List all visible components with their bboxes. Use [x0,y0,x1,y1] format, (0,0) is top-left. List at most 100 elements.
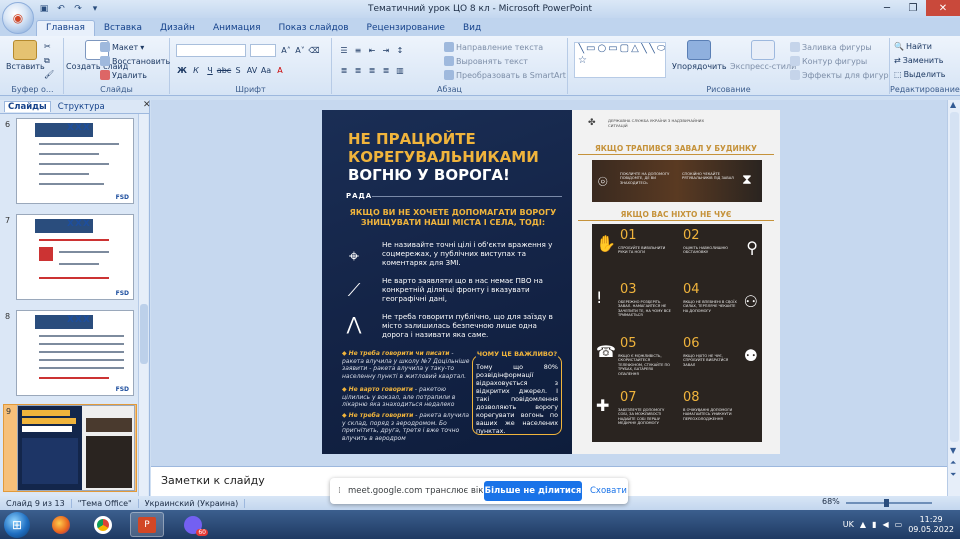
hide-banner-button[interactable]: Сховати [590,486,627,496]
step-08: 08 В ОЧІКУВАННІ ДОПОМОГИ НАМАГАЙТЕСЬ УНИ… [683,390,733,421]
zoom-level[interactable]: 68% [822,497,840,506]
chrome-taskbar-icon[interactable] [86,512,120,537]
strike-icon[interactable]: abc [217,64,231,76]
arrange-button[interactable]: Упорядочить [672,40,727,71]
shrink-font-icon[interactable]: A˅ [294,44,306,56]
tab-view[interactable]: Вид [454,21,490,36]
shape-effects-button[interactable]: Эффекты для фигур [790,70,889,80]
tab-slideshow[interactable]: Показ слайдов [270,21,358,36]
hands-icon: ✋ [596,234,616,253]
tab-insert[interactable]: Вставка [95,21,151,36]
text-direction-button[interactable]: Направление текста [444,42,543,52]
language-status[interactable]: Украинский (Украина) [139,498,246,508]
cut-icon[interactable]: ✂ [44,42,51,51]
paste-icon [13,40,38,60]
tab-slides-panel[interactable]: Слайды [4,101,51,112]
indent-more-icon[interactable]: ⇥ [380,44,392,56]
why-text: Тому що 80% розвідінформації відраховуєт… [476,363,558,435]
format-painter-icon[interactable]: 🖌 [44,70,54,79]
slides-panel: Слайды Структура ✕ 6 XXX FSD 7 XXX FSD 8… [0,100,151,496]
clock[interactable]: 11:29 09.05.2022 [908,515,954,535]
underline-icon[interactable]: Ч [204,64,216,76]
clear-format-icon[interactable]: ⌫ [308,44,320,56]
firefox-taskbar-icon[interactable] [44,512,78,537]
close-icon[interactable]: ✕ [926,0,960,16]
powerpoint-taskbar-icon[interactable]: P [130,512,164,537]
layout-button[interactable]: Макет ▾ [100,42,144,52]
slide-canvas[interactable]: НЕ ПРАЦЮЙТЕ КОРЕГУВАЛЬНИКАМИ ВОГНЮ У ВОР… [322,110,780,454]
volume-icon[interactable]: ◀ [882,520,888,529]
justify-icon[interactable]: ≣ [380,64,392,76]
tab-animation[interactable]: Анимация [204,21,270,36]
tray-expand-icon[interactable]: ▲ [860,520,866,529]
numbering-icon[interactable]: ≡ [352,44,364,56]
replace-button[interactable]: ⇄ Заменить [894,56,944,65]
editor-scrollbar[interactable]: ▲ ▼ ⏶ ⏷ [947,100,960,496]
notes-placeholder[interactable]: Заметки к слайду [161,474,265,487]
font-size-field[interactable] [250,44,276,57]
screen-share-banner: ⁞ meet.google.com транслює вікно. Більше… [330,478,628,504]
copy-icon[interactable]: ⧉ [44,56,50,66]
shape-outline-button[interactable]: Контур фигуры [790,56,867,66]
columns-icon[interactable]: ▥ [394,64,406,76]
slides-panel-scrollbar[interactable] [138,114,148,496]
tab-design[interactable]: Дизайн [151,21,204,36]
select-button[interactable]: ⬚ Выделить [894,70,946,79]
scroll-down-icon[interactable]: ▼ [950,446,956,455]
header-nobody: ЯКЩО ВАС НІХТО НЕ ЧУЄ [620,210,732,219]
location-pin-icon: ⌾ [598,172,608,191]
align-left-icon[interactable]: ≣ [338,64,350,76]
font-color-icon[interactable]: A [274,64,286,76]
viber-taskbar-icon[interactable]: 60 [176,512,210,537]
zoom-slider[interactable] [846,499,932,507]
tab-review[interactable]: Рецензирование [358,21,454,36]
reset-button[interactable]: Восстановить [100,56,170,66]
select-icon: ⬚ [894,70,902,79]
scroll-up-icon[interactable]: ▲ [950,100,956,109]
delete-slide-button[interactable]: Удалить [100,70,147,80]
stop-sharing-button[interactable]: Більше не ділитися [484,481,582,501]
line-spacing-icon[interactable]: ↕ [394,44,406,56]
shadow-icon[interactable]: S [232,64,244,76]
find-button[interactable]: 🔍 Найти [894,42,932,51]
zoom-slider-handle[interactable] [884,499,889,507]
italic-icon[interactable]: К [190,64,202,76]
quick-styles-button[interactable]: Экспресс-стили [730,40,796,71]
align-text-button[interactable]: Выровнять текст [444,56,528,66]
bullets-icon[interactable]: ☰ [338,44,350,56]
shape-fill-button[interactable]: Заливка фигуры [790,42,872,52]
slide-thumbnail-8[interactable]: 8 XXX FSD [3,310,137,398]
case-icon[interactable]: Aa [260,64,272,76]
align-right-icon[interactable]: ≣ [366,64,378,76]
slide-thumbnail-7[interactable]: 7 XXX FSD [3,214,137,302]
align-text-icon [444,56,454,66]
language-indicator[interactable]: UK [843,520,854,529]
next-slide-icon[interactable]: ⏷ [950,470,956,480]
slide-item-1: Не називайте точні цілі і об'єкти вражен… [382,240,553,267]
collapse-card: ⌾ ПОКЛИЧТЕ НА ДОПОМОГУ ПОВІДОМТЕ, ДЕ ВИ … [592,160,762,202]
grow-font-icon[interactable]: A˄ [280,44,292,56]
font-name-field[interactable] [176,44,246,57]
start-button[interactable]: ⊞ [4,512,30,538]
battery-icon[interactable]: ▭ [895,520,903,529]
align-center-icon[interactable]: ≣ [352,64,364,76]
slide-thumbnail-9[interactable]: 9 [3,404,137,492]
tab-home[interactable]: Главная [36,20,95,36]
paste-button[interactable]: Вставить [6,40,45,71]
slide-thumbnail-6[interactable]: 6 XXX FSD [3,118,137,206]
drag-handle-icon[interactable]: ⁞ [338,486,341,496]
office-button[interactable]: ◉ [2,2,34,34]
prev-slide-icon[interactable]: ⏶ [950,458,956,468]
smartart-button[interactable]: Преобразовать в SmartArt [444,70,566,80]
indent-less-icon[interactable]: ⇤ [366,44,378,56]
maximize-icon[interactable]: ❐ [900,0,926,16]
spacing-icon[interactable]: AV [246,64,258,76]
bold-icon[interactable]: Ж [176,64,188,76]
shapes-gallery[interactable]: ╲▭○▭▢△╲╲⬭▭↗⇨⇩⬠{}☆ [574,42,666,78]
ribbon-tabs: ◉ Главная Вставка Дизайн Анимация Показ … [0,2,960,36]
tab-outline-panel[interactable]: Структура [55,102,108,112]
network-icon[interactable]: ▮ [872,520,876,529]
editing-label: Редактирование [890,85,960,94]
ribbon: Вставить ✂ ⧉ 🖌 Буфер о... Создать слайд … [0,36,960,96]
minimize-icon[interactable]: ─ [874,0,900,16]
